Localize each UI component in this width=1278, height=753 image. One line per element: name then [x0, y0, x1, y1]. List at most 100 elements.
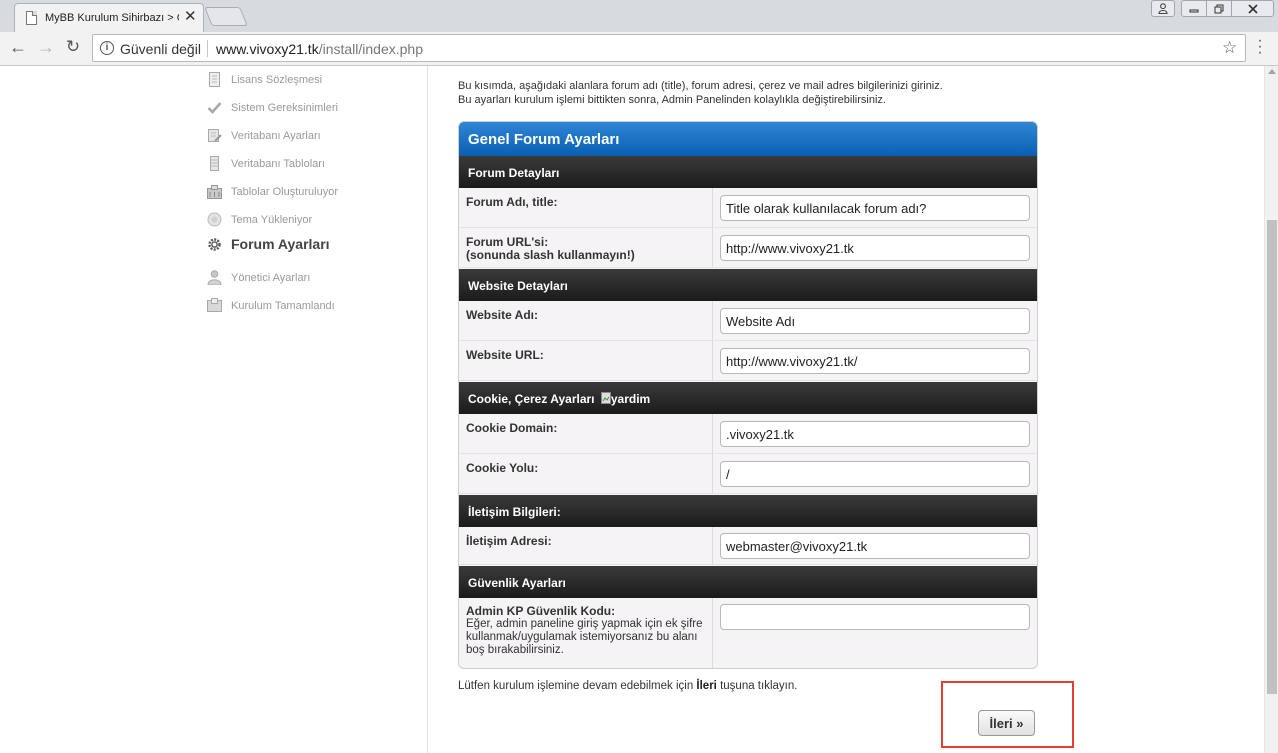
acp-pin-input[interactable] [720, 604, 1030, 630]
bookmark-star-icon[interactable]: ☆ [1222, 38, 1237, 58]
database-edit-icon [208, 129, 222, 142]
forum-url-hint: (sonunda slash kullanmayın!) [466, 248, 635, 262]
tab-close-icon[interactable]: ✕ [184, 9, 197, 25]
tab-title: MyBB Kurulum Sihirbazı > Genel Forum Aya… [45, 12, 179, 24]
website-url-label: Website URL: [459, 341, 713, 380]
scroll-up-arrow-icon[interactable] [1268, 69, 1276, 74]
page-icon [26, 11, 37, 25]
scrollbar-thumb[interactable] [1267, 220, 1277, 694]
sidebar-step-label: Yönetici Ayarları [231, 272, 311, 284]
next-button[interactable]: İleri » [978, 710, 1035, 736]
section-forum-details: Forum Detayları [459, 156, 1037, 188]
profile-button[interactable] [1151, 0, 1175, 17]
sidebar-step-label: Forum Ayarları [231, 236, 330, 252]
broken-image-icon [600, 392, 611, 404]
tab-strip: MyBB Kurulum Sihirbazı > Genel Forum Aya… [0, 0, 1278, 32]
address-bar[interactable]: i Güvenli değil www.vivoxy21.tk/install/… [92, 34, 1246, 62]
browser-chrome: MyBB Kurulum Sihirbazı > Genel Forum Aya… [0, 0, 1278, 66]
reload-icon: ↻ [65, 37, 81, 56]
intro-text: Bu kısımda, aşağıdaki alanlara forum adı… [458, 79, 1058, 107]
back-button[interactable]: ← [6, 36, 30, 60]
row-website-url: Website URL: [459, 341, 1037, 381]
cookie-path-input[interactable] [720, 461, 1030, 487]
acp-pin-label-text: Admin KP Güvenlik Kodu: [466, 604, 616, 618]
database-icon [210, 156, 219, 171]
user-icon [1158, 3, 1168, 15]
contact-email-label: İletişim Adresi: [459, 527, 713, 564]
page-viewport: Lisans Sözleşmesi Sistem Gereksinimleri Ve… [0, 66, 1264, 753]
intro-line-1: Bu kısımda, aşağıdaki alanlara forum adı… [458, 80, 943, 92]
sidebar-step-label: Sistem Gereksinimleri [231, 102, 338, 114]
sidebar-step-label: Tablolar Oluşturuluyor [231, 186, 338, 198]
building-icon [207, 185, 222, 199]
cookie-path-label: Cookie Yolu: [459, 454, 713, 493]
section-cookie-settings: Cookie, Çerez Ayarları yardim [459, 382, 1037, 414]
page-scrollbar[interactable] [1264, 66, 1278, 753]
arrow-right-icon: → [37, 37, 55, 57]
install-steps-sidebar: Lisans Sözleşmesi Sistem Gereksinimleri Ve… [0, 66, 428, 753]
cookie-domain-label: Cookie Domain: [459, 414, 713, 453]
divider [207, 40, 208, 57]
general-forum-settings-box: Genel Forum Ayarları Forum Detayları For… [458, 121, 1038, 669]
url-host: www.vivoxy21.tk [216, 41, 319, 57]
row-website-name: Website Adı: [459, 301, 1037, 341]
sidebar-step-label: Tema Yükleniyor [231, 214, 313, 226]
url-path: /install/index.php [318, 41, 423, 57]
cookie-domain-input[interactable] [720, 421, 1030, 447]
browser-tab[interactable]: MyBB Kurulum Sihirbazı > Genel Forum Aya… [14, 3, 204, 32]
acp-pin-label: Admin KP Güvenlik Kodu: Eğer, admin panel… [459, 598, 713, 668]
row-cookie-domain: Cookie Domain: [459, 414, 1037, 454]
sidebar-step-label: Lisans Sözleşmesi [231, 74, 323, 86]
forum-url-label: Forum URL'si: (sonunda slash kullanmayın!… [459, 228, 713, 267]
restore-button[interactable] [1206, 0, 1232, 17]
new-tab-button[interactable] [204, 7, 248, 26]
document-icon [209, 72, 220, 87]
continue-text-after: tuşuna tıklayın. [716, 680, 798, 692]
sidebar-step-label: Veritabanı Ayarları [231, 130, 321, 142]
checkmark-icon [207, 102, 222, 114]
row-contact-email: İletişim Adresi: [459, 527, 1037, 565]
forum-name-input[interactable] [720, 195, 1030, 221]
restore-icon [1214, 4, 1224, 14]
theme-icon [207, 212, 222, 227]
row-forum-name: Forum Adı, title: [459, 188, 1037, 228]
minimize-button[interactable] [1181, 0, 1207, 17]
website-name-input[interactable] [720, 308, 1030, 334]
close-window-button[interactable] [1231, 0, 1274, 17]
sidebar-step-label: Veritabanı Tabloları [231, 158, 325, 170]
finish-icon [207, 298, 222, 312]
security-label[interactable]: Güvenli değil [120, 41, 201, 57]
cookie-section-title: Cookie, Çerez Ayarları [468, 392, 595, 406]
help-image-alt: yardim [610, 392, 651, 406]
forum-url-input[interactable] [720, 235, 1030, 261]
forward-button[interactable]: → [34, 36, 58, 60]
close-icon [1247, 4, 1258, 14]
gear-icon [208, 238, 221, 251]
arrow-left-icon: ← [9, 37, 27, 57]
browser-toolbar: ← → ↻ i Güvenli değil www.vivoxy21.tk/in… [0, 32, 1278, 66]
row-cookie-path: Cookie Yolu: [459, 454, 1037, 494]
browser-menu-icon[interactable]: · · · [1255, 33, 1265, 61]
acp-pin-hint: Eğer, admin paneline giriş yapmak için e… [466, 618, 703, 656]
continue-instructions: Lütfen kurulum işlemine devam edebilmek … [458, 680, 797, 692]
website-url-input[interactable] [720, 348, 1030, 374]
sidebar-step-label: Kurulum Tamamlandı [231, 300, 335, 312]
reload-button[interactable]: ↻ [61, 36, 85, 60]
url-text[interactable]: www.vivoxy21.tk/install/index.php [216, 41, 423, 57]
box-title: Genel Forum Ayarları [459, 122, 1037, 156]
info-icon[interactable]: i [100, 41, 114, 55]
continue-text-before: Lütfen kurulum işlemine devam edebilmek … [458, 680, 697, 692]
forum-url-label-text: Forum URL'si: [466, 235, 549, 249]
forum-name-label: Forum Adı, title: [459, 188, 713, 227]
minimize-icon [1189, 9, 1199, 13]
contact-email-input[interactable] [720, 533, 1030, 559]
section-security-settings: Güvenlik Ayarları [459, 566, 1037, 598]
row-acp-pin: Admin KP Güvenlik Kodu: Eğer, admin panel… [459, 598, 1037, 668]
row-forum-url: Forum URL'si: (sonunda slash kullanmayın!… [459, 228, 1037, 268]
help-image-icon[interactable]: yardim [600, 392, 651, 406]
intro-line-2: Bu ayarları kurulum işlemi bittikten son… [458, 94, 886, 106]
user-icon [207, 270, 222, 285]
section-contact-info: İletişim Bilgileri: [459, 495, 1037, 527]
continue-text-bold: İleri [696, 680, 717, 692]
website-name-label: Website Adı: [459, 301, 713, 340]
